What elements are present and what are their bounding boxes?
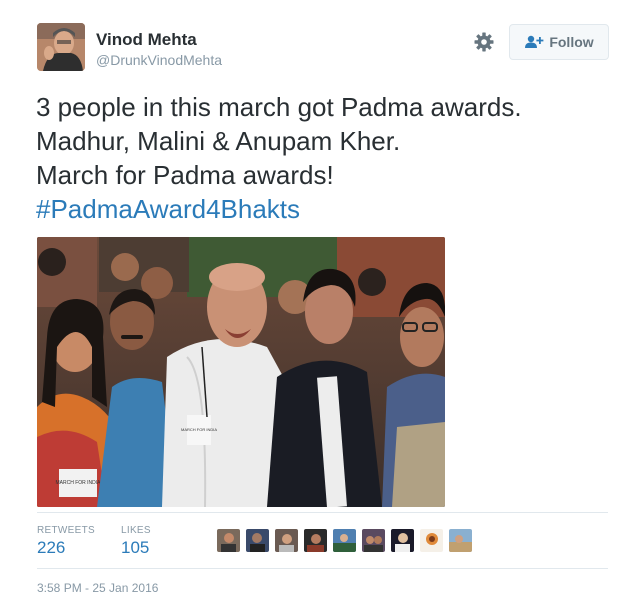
tweet-line: 3 people in this march got Padma awards. (36, 92, 522, 122)
tweet-line: Madhur, Malini & Anupam Kher. (36, 126, 401, 156)
liker-avatar[interactable] (391, 529, 414, 552)
liker-avatar[interactable] (333, 529, 356, 552)
avatar[interactable] (37, 23, 85, 71)
liker-avatar[interactable] (275, 529, 298, 552)
likes-label: LIKES (121, 525, 151, 536)
likes-stat[interactable]: LIKES 105 (121, 525, 151, 558)
hashtag-link[interactable]: #PadmaAward4Bhakts (36, 192, 616, 226)
gear-icon[interactable] (472, 30, 496, 54)
tweet-timestamp[interactable]: 3:58 PM - 25 Jan 2016 (37, 581, 158, 595)
liker-avatar[interactable] (420, 529, 443, 552)
liker-avatar[interactable] (217, 529, 240, 552)
retweets-count: 226 (37, 538, 66, 557)
liker-avatar[interactable] (449, 529, 472, 552)
march-photo: MARCH FOR INDIA MARCH FOR INDIA (37, 237, 445, 507)
engagement-stats: RETWEETS 226 LIKES 105 (37, 512, 608, 569)
avatar-image (37, 23, 85, 71)
likes-count: 105 (121, 538, 150, 557)
retweets-stat[interactable]: RETWEETS 226 (37, 525, 95, 558)
follow-button[interactable]: Follow (509, 24, 609, 60)
liker-avatar[interactable] (304, 529, 327, 552)
liker-avatars (217, 529, 472, 552)
liker-avatar[interactable] (362, 529, 385, 552)
tweet-text: 3 people in this march got Padma awards.… (36, 90, 616, 226)
follow-label: Follow (549, 34, 594, 50)
badge-text: MARCH FOR INDIA (56, 480, 102, 486)
badge-text: MARCH FOR INDIA (181, 427, 217, 432)
retweets-label: RETWEETS (37, 525, 95, 536)
add-user-icon (525, 35, 544, 48)
display-name[interactable]: Vinod Mehta (96, 30, 197, 50)
tweet-photo[interactable]: MARCH FOR INDIA MARCH FOR INDIA (37, 237, 445, 507)
liker-avatar[interactable] (246, 529, 269, 552)
user-handle[interactable]: @DrunkVinodMehta (96, 52, 222, 68)
tweet-line: March for Padma awards! (36, 160, 334, 190)
